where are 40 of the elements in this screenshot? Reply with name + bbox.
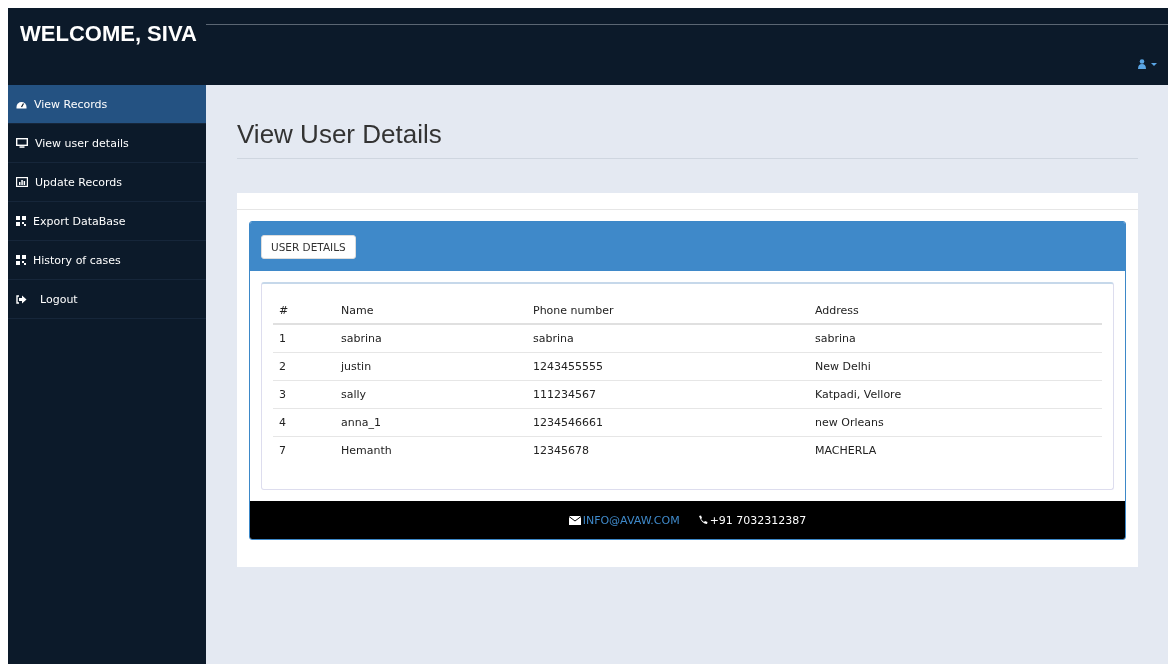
table-cell: sally xyxy=(335,380,527,409)
user-icon xyxy=(1138,59,1158,69)
table-cell: Hemanth xyxy=(335,436,527,464)
table-cell: 3 xyxy=(273,380,335,409)
qr-code-icon xyxy=(16,216,26,226)
column-header: Phone number xyxy=(527,298,809,324)
envelope-icon xyxy=(568,515,581,525)
monitor-icon xyxy=(16,138,28,148)
table-cell: Katpadi, Vellore xyxy=(809,380,1102,409)
email-link[interactable]: INFO@AVAW.COM xyxy=(568,513,680,527)
welcome-title: WELCOME, SIVA xyxy=(19,20,198,47)
phone-icon xyxy=(697,515,708,525)
user-details-button[interactable]: USER DETAILS xyxy=(261,234,356,259)
table-cell: 12345678 xyxy=(527,436,809,464)
table-cell: 1234546661 xyxy=(527,408,809,437)
sidebar-item[interactable]: View Records xyxy=(8,85,206,124)
table-cell: 111234567 xyxy=(527,380,809,409)
table-cell: justin xyxy=(335,352,527,381)
user-menu-button[interactable] xyxy=(1136,57,1160,71)
qr-code-icon xyxy=(16,255,26,265)
table-cell: 1243455555 xyxy=(527,352,809,381)
table-cell: New Delhi xyxy=(809,352,1102,381)
table-cell: MACHERLA xyxy=(809,436,1102,464)
table-cell: sabrina xyxy=(809,324,1102,353)
dashboard-icon xyxy=(16,99,27,109)
table-cell: sabrina xyxy=(527,324,809,353)
table-cell: 4 xyxy=(273,408,335,437)
table-cell: anna_1 xyxy=(335,408,527,437)
table-cell: new Orleans xyxy=(809,408,1102,437)
column-header: Address xyxy=(809,298,1102,324)
column-header: # xyxy=(273,298,335,324)
chart-icon xyxy=(16,177,28,187)
sign-out-icon xyxy=(16,294,27,304)
table-cell: sabrina xyxy=(335,324,527,353)
table-cell: 1 xyxy=(273,324,335,353)
table-cell: 2 xyxy=(273,352,335,381)
table-cell: 7 xyxy=(273,436,335,464)
phone-number: +91 7032312387 xyxy=(697,513,807,527)
page-heading: View User Details xyxy=(237,119,1138,159)
column-header: Name xyxy=(335,298,527,324)
